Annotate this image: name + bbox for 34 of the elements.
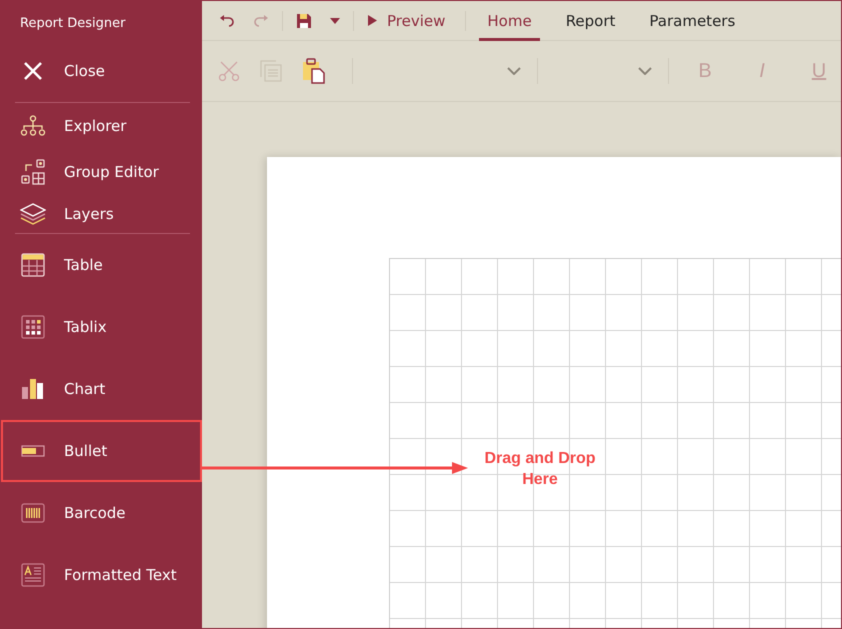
grid-icon: [20, 315, 46, 339]
chevron-down-icon: [507, 67, 521, 75]
close-button[interactable]: Close: [13, 40, 190, 102]
hierarchy-icon: [20, 115, 46, 137]
panel-item[interactable]: Layers: [13, 195, 190, 233]
undo-icon[interactable]: [219, 14, 235, 26]
panel-item[interactable]: Explorer: [13, 103, 190, 149]
bullet-graph-icon: [20, 444, 46, 458]
toolbox-item[interactable]: Tablix: [1, 296, 202, 358]
tab[interactable]: Report: [558, 1, 624, 40]
bar-chart-icon: [20, 377, 46, 401]
callout-text: Drag and Drop Here: [483, 449, 597, 490]
app-title: Report Designer: [19, 15, 126, 33]
save-icon[interactable]: [296, 12, 312, 28]
toolbox-item[interactable]: Formatted Text: [1, 544, 202, 606]
table-icon: [20, 253, 46, 277]
caret-icon[interactable]: [330, 18, 340, 24]
tab[interactable]: Parameters: [641, 1, 744, 40]
panel-item[interactable]: Group Editor: [13, 149, 190, 195]
copy-icon[interactable]: [260, 60, 282, 82]
toolbox-item[interactable]: Table: [1, 234, 202, 296]
layers-icon: [20, 203, 46, 225]
group-editor-icon: [20, 159, 46, 185]
paste-icon[interactable]: [302, 58, 326, 84]
toolbox-item[interactable]: Barcode: [1, 482, 202, 544]
barcode-icon: [20, 503, 46, 523]
preview-button[interactable]: Preview: [358, 12, 462, 30]
formatted-text-icon: [20, 563, 46, 587]
chevron-down-icon: [638, 67, 652, 75]
tab[interactable]: Home: [479, 1, 540, 40]
toolbox-item[interactable]: Bullet: [1, 420, 202, 482]
scissors-icon[interactable]: [218, 60, 240, 82]
toolbox-item[interactable]: Chart: [1, 358, 202, 420]
play-icon: [368, 15, 377, 26]
